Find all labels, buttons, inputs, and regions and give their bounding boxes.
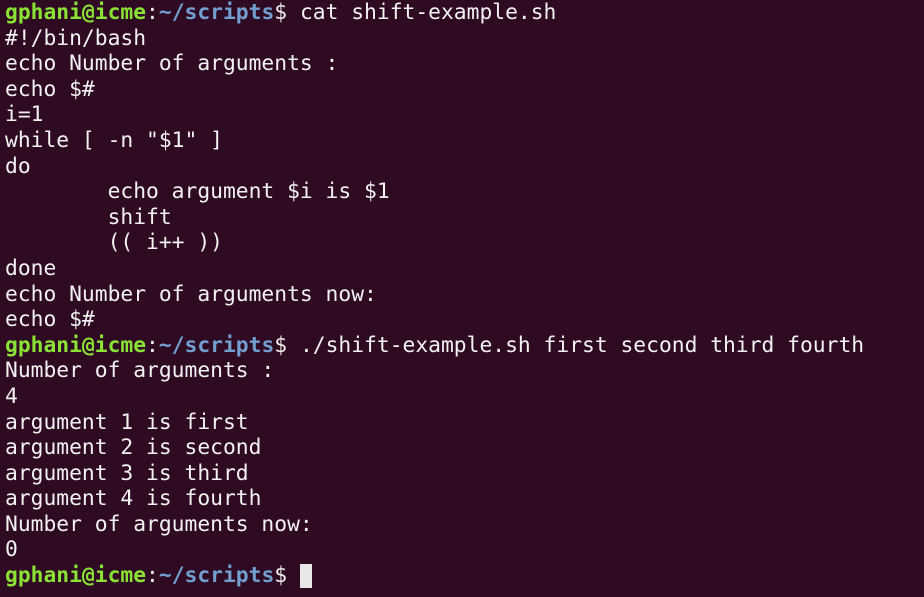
output-line: Number of arguments now: [5, 511, 313, 537]
prompt-line: gphani@icme:~/scripts$ ./shift-example.s… [5, 333, 924, 359]
prompt-symbol: $ [274, 0, 300, 25]
output-line: echo Number of arguments now: [5, 281, 377, 307]
output-line: i=1 [5, 102, 44, 128]
prompt-user-host: gphani@icme [5, 563, 147, 589]
output-line: argument 2 is second [5, 435, 262, 461]
prompt-user-host: gphani@icme [5, 0, 147, 25]
output-line: do [5, 153, 31, 179]
output-line: 0 [5, 537, 18, 563]
output-line: (( i++ )) [5, 230, 223, 256]
command-text: ./shift-example.sh first second third fo… [299, 332, 865, 358]
prompt-user-host: gphani@icme [5, 332, 147, 358]
prompt-path: ~/scripts [158, 563, 275, 589]
output-line: echo Number of arguments : [5, 51, 339, 77]
prompt-colon: : [146, 332, 159, 358]
output-line: echo $# [5, 307, 95, 333]
output-line: shift [5, 204, 172, 230]
prompt-symbol: $ [274, 332, 300, 358]
output-line: echo $# [5, 76, 95, 102]
prompt-line[interactable]: gphani@icme:~/scripts$ [5, 563, 924, 589]
prompt-colon: : [146, 0, 159, 25]
output-line: while [ -n "$1" ] [5, 127, 223, 153]
prompt-path: ~/scripts [158, 332, 275, 358]
prompt-colon: : [146, 563, 159, 589]
output-line: #!/bin/bash [5, 25, 147, 51]
output-line: Number of arguments : [5, 358, 275, 384]
output-line: echo argument $i is $1 [5, 179, 390, 205]
output-line: done [5, 255, 57, 281]
output-line: 4 [5, 383, 18, 409]
output-line: argument 3 is third [5, 460, 249, 486]
prompt-path: ~/scripts [158, 0, 275, 25]
output-line: argument 4 is fourth [5, 486, 262, 512]
output-line: argument 1 is first [5, 409, 249, 435]
prompt-line: gphani@icme:~/scripts$ cat shift-example… [5, 0, 924, 26]
prompt-symbol: $ [274, 563, 300, 589]
terminal-window[interactable]: gphani@icme:~/scripts$ cat shift-example… [0, 0, 924, 597]
command-text: cat shift-example.sh [299, 0, 557, 25]
cursor-block-icon [299, 564, 312, 589]
